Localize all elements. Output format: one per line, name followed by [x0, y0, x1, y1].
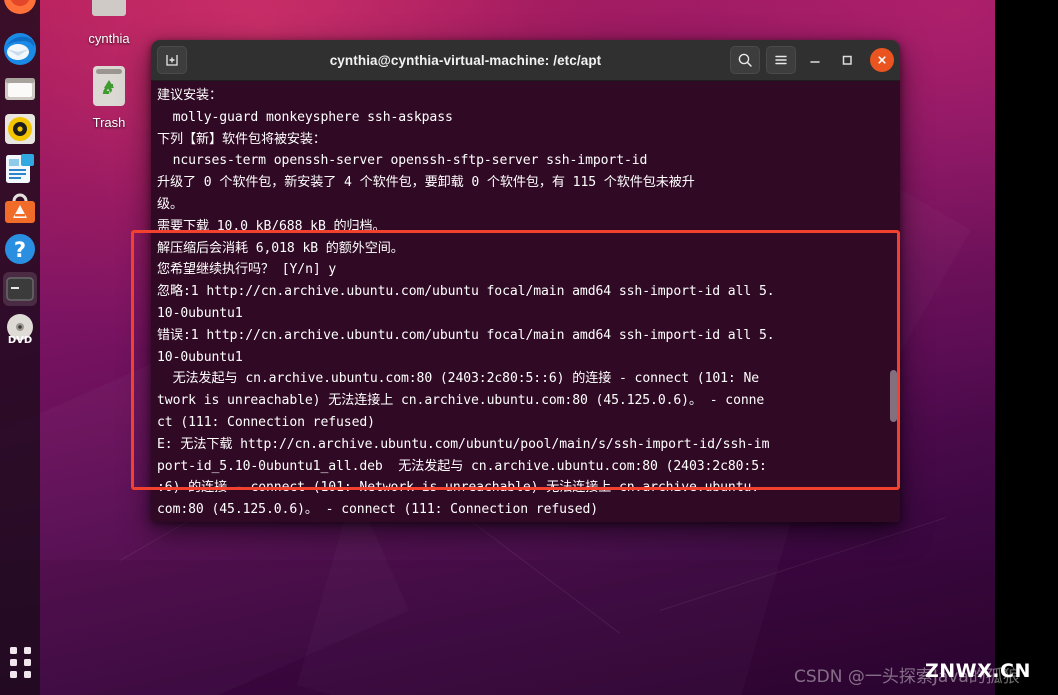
desktop-icon-trash-label: Trash	[92, 115, 126, 130]
terminal-line: 级。	[157, 196, 183, 212]
terminal-icon[interactable]	[3, 272, 37, 306]
libreoffice-writer-icon[interactable]	[3, 152, 37, 186]
ubuntu-software-icon[interactable]	[3, 192, 37, 226]
firefox-icon[interactable]	[3, 0, 37, 26]
new-tab-button[interactable]	[157, 46, 187, 74]
launcher-dock[interactable]: ? DVD	[0, 0, 40, 695]
files-icon[interactable]	[3, 72, 37, 106]
terminal-titlebar[interactable]: cynthia@cynthia-virtual-machine: /etc/ap…	[151, 40, 900, 81]
hamburger-menu-button[interactable]	[766, 46, 796, 74]
maximize-button[interactable]	[834, 47, 860, 73]
desktop-icon-home-label: cynthia	[88, 31, 130, 46]
close-button[interactable]	[870, 48, 894, 72]
terminal-line: 建议安装：	[157, 88, 222, 103]
minimize-button[interactable]	[802, 47, 828, 73]
terminal-line: ncurses-term openssh-server openssh-sftp…	[157, 153, 648, 169]
terminal-line: E: 无法下载 http://cn.archive.ubuntu.com/ubu…	[157, 436, 770, 452]
terminal-line: com:80 (45.125.0.6)。 - connect (111: Con…	[157, 502, 599, 518]
desktop-screen: cynthia Trash ? DVD cynthia@cynthia-virt…	[0, 0, 1058, 695]
terminal-line: 您希望继续执行吗？ [Y/n] y	[157, 262, 337, 278]
terminal-title: cynthia@cynthia-virtual-machine: /etc/ap…	[329, 52, 602, 68]
rhythmbox-icon[interactable]	[3, 112, 37, 146]
titlebar-controls[interactable]	[730, 46, 894, 74]
terminal-line: twork is unreachable) 无法连接上 cn.archive.u…	[157, 393, 765, 409]
search-button[interactable]	[730, 46, 760, 74]
terminal-output: 建议安装： molly-guard monkeysphere ssh-askpa…	[151, 85, 900, 522]
svg-text:DVD: DVD	[8, 335, 32, 346]
terminal-line: port-id_5.10-0ubuntu1_all.deb 无法发起与 cn.a…	[157, 458, 767, 474]
svg-text:?: ?	[14, 238, 26, 262]
home-folder-icon	[66, 0, 152, 29]
terminal-body[interactable]: 建议安装： molly-guard monkeysphere ssh-askpa…	[151, 81, 900, 522]
show-applications-button[interactable]	[3, 645, 37, 679]
terminal-line: ct (111: Connection refused)	[157, 414, 375, 430]
terminal-line: 无法发起与 cn.archive.ubuntu.com:80 (2403:2c8…	[157, 371, 760, 387]
disc-icon[interactable]: DVD	[3, 312, 37, 346]
terminal-line: 10-0ubuntu1	[157, 305, 243, 321]
screen-black-band	[995, 0, 1058, 695]
terminal-line: 10-0ubuntu1	[157, 349, 243, 365]
terminal-line: molly-guard monkeysphere ssh-askpass	[157, 109, 453, 125]
terminal-line: 忽略:1 http://cn.archive.ubuntu.com/ubuntu…	[157, 284, 775, 300]
terminal-line: 错误:1 http://cn.archive.ubuntu.com/ubuntu…	[157, 327, 775, 343]
scrollbar-thumb[interactable]	[890, 370, 897, 422]
terminal-line: 解压缩后会消耗 6,018 kB 的额外空间。	[157, 240, 404, 256]
help-icon[interactable]: ?	[3, 232, 37, 266]
desktop-icon-trash[interactable]: Trash	[66, 62, 152, 130]
thunderbird-icon[interactable]	[3, 32, 37, 66]
terminal-line: :6) 的连接 - connect (101: Network is unrea…	[157, 480, 760, 496]
terminal-line: 下列【新】软件包将被安装：	[157, 131, 326, 147]
trash-icon	[66, 62, 152, 113]
terminal-line: 升级了 0 个软件包，新安装了 4 个软件包，要卸载 0 个软件包，有 115 …	[157, 175, 695, 191]
terminal-window[interactable]: cynthia@cynthia-virtual-machine: /etc/ap…	[151, 40, 900, 522]
desktop-icon-home[interactable]: cynthia	[66, 0, 152, 46]
terminal-scrollbar[interactable]	[889, 85, 897, 518]
terminal-line: 需要下载 10.0 kB/688 kB 的归档。	[157, 218, 386, 234]
terminal-line: E: 有几个软件包无法下载，要不运行 apt-get update 或者加上 -…	[157, 521, 900, 522]
site-watermark: ZNWX.CN	[925, 660, 1031, 682]
